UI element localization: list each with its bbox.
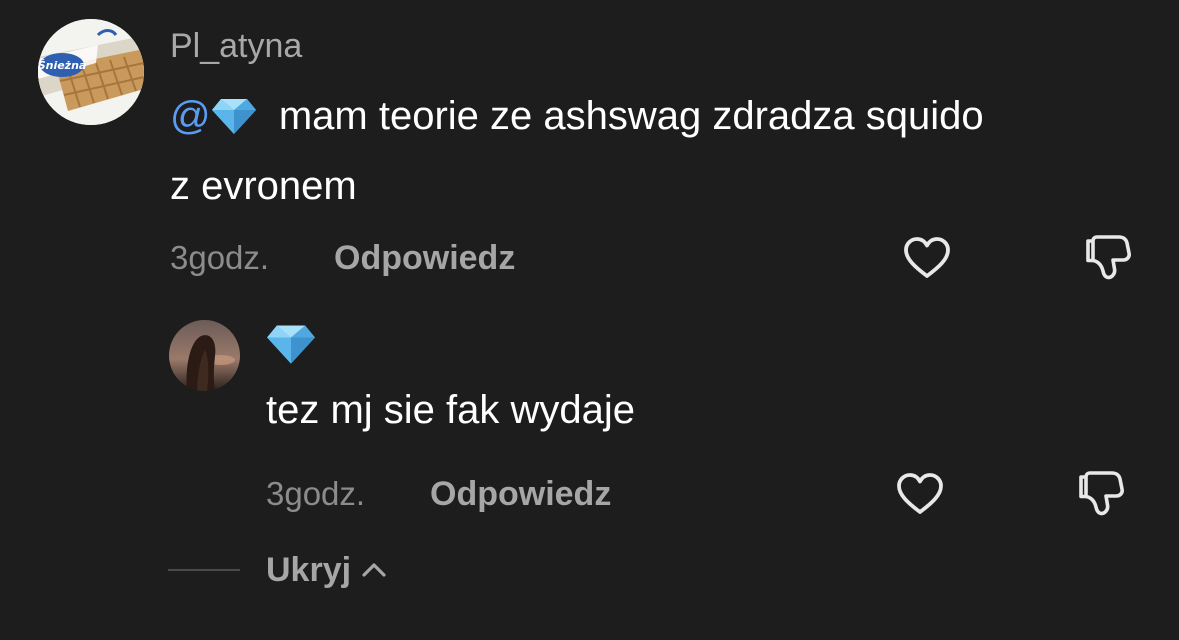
- chevron-up-icon: [362, 563, 386, 577]
- diamond-icon: [211, 90, 257, 154]
- reply-avatar[interactable]: [169, 320, 240, 391]
- reply-username-diamond-icon[interactable]: [266, 323, 316, 370]
- comment-text-line2: z evronem: [170, 164, 357, 208]
- comment-dislike-button[interactable]: [1083, 233, 1133, 283]
- commenter-avatar[interactable]: Śnieżna: [38, 19, 144, 125]
- reply-like-button[interactable]: [895, 469, 945, 519]
- comment-username[interactable]: Pl_atyna: [170, 26, 302, 66]
- brand-logo-text: Śnieżna: [38, 59, 86, 72]
- profile-photo-image: [169, 320, 240, 391]
- heart-icon: [904, 237, 950, 278]
- thumbs-down-icon: [1086, 235, 1131, 280]
- comment-reply-button[interactable]: Odpowiedz: [334, 238, 515, 278]
- hide-replies-label: Ukryj: [266, 551, 352, 589]
- comment-text-line1: mam teorie ze ashswag zdradza squido: [278, 94, 984, 138]
- comment-text: @ mam teorie ze ashswag zdradza squido z…: [170, 84, 1150, 218]
- thumbs-down-icon: [1079, 471, 1124, 516]
- comment-timestamp: 3godz.: [170, 239, 270, 276]
- mention-link[interactable]: @: [170, 94, 257, 138]
- heart-icon: [897, 473, 943, 514]
- comment-like-button[interactable]: [902, 233, 952, 283]
- reply-text: tez mj sie fak wydaje: [266, 388, 636, 432]
- reply-dislike-button[interactable]: [1076, 469, 1126, 519]
- reply-reply-button[interactable]: Odpowiedz: [430, 474, 611, 514]
- hide-replies-button[interactable]: Ukryj: [266, 550, 387, 590]
- reply-timestamp: 3godz.: [266, 475, 366, 512]
- ice-cream-package-image: Śnieżna: [38, 19, 144, 125]
- thread-divider: [168, 569, 240, 571]
